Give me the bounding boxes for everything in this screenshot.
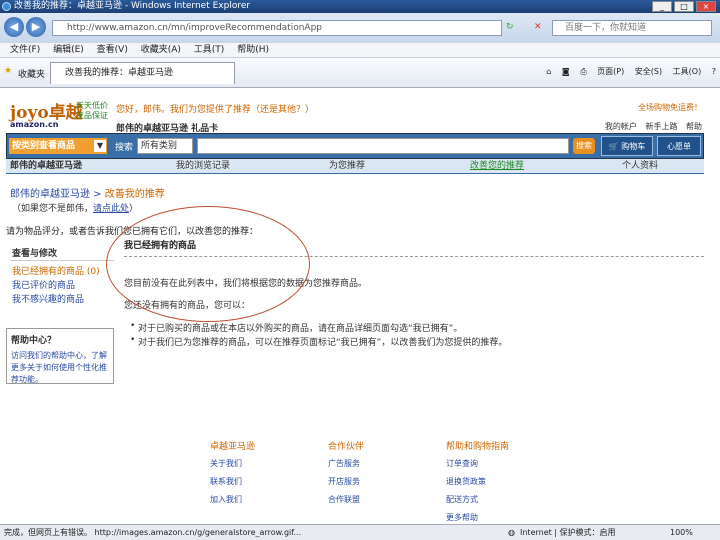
category-dropdown[interactable]: 按类别查看商品 ▼ xyxy=(9,138,107,154)
status-bar: 完成，但网页上有错误。 http://images.amazon.cn/g/ge… xyxy=(0,524,720,540)
tab-title: 改善我的推荐：卓越亚马逊 xyxy=(65,68,174,78)
not-user-hint: （如果您不是郎伟，请点此处） xyxy=(12,201,138,214)
status-text: 完成，但网页上有错误。 http://images.amazon.cn/g/ge… xyxy=(4,528,302,537)
menu-favorites[interactable]: 收藏夹(A) xyxy=(141,45,181,55)
search-button[interactable]: 搜索 xyxy=(573,138,595,154)
cart-button[interactable]: 🛒 购物车 xyxy=(601,136,653,156)
category-label: 按类别查看商品 xyxy=(12,141,76,151)
page-menu[interactable]: 页面(P) xyxy=(597,67,624,76)
window-title: 改善我的推荐：卓越亚马逊 - Windows Internet Explorer xyxy=(14,1,251,11)
switch-user-link[interactable]: 请点此处 xyxy=(93,204,129,214)
help-title: 帮助中心？ xyxy=(11,336,57,346)
footer-link[interactable]: 广告服务 xyxy=(328,458,360,469)
left-heading: 查看与修改 xyxy=(12,249,58,259)
help-link[interactable]: 帮助 xyxy=(686,122,702,131)
subnav-my-amazon[interactable]: 郎伟的卓越亚马逊 xyxy=(10,159,82,174)
favorites-button[interactable]: 收藏夹 xyxy=(18,67,45,80)
help-icon[interactable]: ? xyxy=(712,67,716,76)
footer-link[interactable]: 更多帮助 xyxy=(446,512,478,523)
footer-col2-title: 合作伙伴 xyxy=(328,442,365,452)
footer-link[interactable]: 加入我们 xyxy=(210,494,242,505)
cart-icon: 🛒 xyxy=(608,142,619,151)
hint-text: （如果您不是郎伟， xyxy=(12,204,94,214)
menu-help[interactable]: 帮助(H) xyxy=(237,45,269,55)
left-item-owned[interactable]: 我已经拥有的商品 (0) xyxy=(12,264,100,277)
footer-col3-title: 帮助和购物指南 xyxy=(446,442,510,452)
address-bar-row: ◀ ▶ http://www.amazon.cn/mn/improveRecom… xyxy=(0,13,720,43)
account-links: 我的帐户 新手上路 帮助 xyxy=(599,121,702,132)
menu-tools[interactable]: 工具(T) xyxy=(194,45,225,55)
window-titlebar: 改善我的推荐：卓越亚马逊 - Windows Internet Explorer… xyxy=(0,0,720,13)
greeting[interactable]: 您好，郎伟。我们为您提供了推荐（还是其他？） xyxy=(116,102,314,115)
footer-link[interactable]: 退换货政策 xyxy=(446,476,486,487)
my-account-link[interactable]: 我的帐户 xyxy=(605,122,637,131)
menu-view[interactable]: 查看(V) xyxy=(97,45,128,55)
back-icon[interactable]: ◀ xyxy=(4,17,24,37)
left-item-not-interested[interactable]: 我不感兴趣的商品 xyxy=(12,292,84,305)
slogan-line-2: 正品保证 xyxy=(76,111,108,120)
web-page: joyo卓越 amazon.cn 天天低价 正品保证 您好，郎伟。我们为您提供了… xyxy=(0,88,720,524)
slogan-line-1: 天天低价 xyxy=(76,101,108,110)
sub-navigation: 郎伟的卓越亚马逊 我的浏览记录 为您推荐 改善您的推荐 个人资料 xyxy=(6,159,704,174)
refresh-icon[interactable]: ↻ xyxy=(506,22,514,32)
subnav-improve[interactable]: 改善您的推荐 xyxy=(470,159,524,174)
command-bar: ⌂ ◙ ⎙ 页面(P) 安全(S) 工具(O) ? xyxy=(538,66,716,77)
bullet-1: 对于已购买的商品或在本店以外购买的商品，请在商品详细页面勾选“我已拥有”。 xyxy=(130,321,462,334)
site-logo[interactable]: joyo卓越 amazon.cn xyxy=(10,98,83,129)
forward-icon[interactable]: ▶ xyxy=(26,17,46,37)
subnav-recommended[interactable]: 为您推荐 xyxy=(329,159,365,174)
star-icon[interactable]: ★ xyxy=(4,66,12,76)
footer-link[interactable]: 订单查询 xyxy=(446,458,478,469)
url-input[interactable]: http://www.amazon.cn/mn/improveRecommend… xyxy=(52,20,502,36)
tab-current[interactable]: 改善我的推荐：卓越亚马逊 xyxy=(50,62,235,84)
footer-col1-title: 卓越亚马逊 xyxy=(210,442,256,452)
newbie-link[interactable]: 新手上路 xyxy=(645,122,677,131)
breadcrumb: 郎伟的卓越亚马逊 > 改善我的推荐 xyxy=(10,189,165,200)
site-search-input[interactable] xyxy=(197,138,569,154)
subnav-history[interactable]: 我的浏览记录 xyxy=(176,159,230,174)
browser-search-input[interactable]: 百度一下，你就知道 xyxy=(552,20,712,36)
maximize-button[interactable]: □ xyxy=(674,1,694,12)
search-category-select[interactable]: 所有类别 xyxy=(137,138,193,154)
chevron-down-icon: ▼ xyxy=(94,140,106,152)
safety-menu[interactable]: 安全(S) xyxy=(635,67,662,76)
minimize-button[interactable]: _ xyxy=(652,1,672,12)
footer-link[interactable]: 联系我们 xyxy=(210,476,242,487)
hint-end: ） xyxy=(129,204,139,214)
subnav-profile[interactable]: 个人资料 xyxy=(622,159,658,174)
menu-file[interactable]: 文件(F) xyxy=(10,45,40,55)
favorites-bar: ★ 收藏夹 改善我的推荐：卓越亚马逊 ⌂ ◙ ⎙ 页面(P) 安全(S) 工具(… xyxy=(0,58,720,88)
annotation-circle xyxy=(106,206,310,322)
free-shipping-banner[interactable]: 全场购物免运费！ xyxy=(638,102,702,113)
menu-edit[interactable]: 编辑(E) xyxy=(53,45,84,55)
menu-bar: 文件(F) 编辑(E) 查看(V) 收藏夹(A) 工具(T) 帮助(H) xyxy=(0,43,720,58)
home-icon[interactable]: ⌂ xyxy=(546,67,551,76)
cart-label: 购物车 xyxy=(621,142,646,151)
breadcrumb-current: 改善我的推荐 xyxy=(104,189,165,200)
footer-link[interactable]: 开店服务 xyxy=(328,476,360,487)
help-box: 帮助中心？ 访问我们的帮助中心，了解更多关于如何使用个性化推荐功能。 xyxy=(6,328,114,384)
help-text[interactable]: 访问我们的帮助中心，了解更多关于如何使用个性化推荐功能。 xyxy=(11,350,109,386)
footer-link[interactable]: 合作联盟 xyxy=(328,494,360,505)
breadcrumb-link[interactable]: 郎伟的卓越亚马逊 xyxy=(10,189,90,200)
search-label: 搜索 xyxy=(115,143,134,153)
footer-link[interactable]: 关于我们 xyxy=(210,458,242,469)
left-divider xyxy=(10,260,114,261)
rss-icon[interactable]: ◙ xyxy=(562,67,570,76)
bullet-2: 对于我们已为您推荐的商品，可以在推荐页面标记“我已拥有”，以改善我们为您提供的推… xyxy=(130,335,507,348)
zone-text[interactable]: Internet | 保护模式：启用 xyxy=(520,525,616,540)
zoom-level[interactable]: 100% xyxy=(670,525,693,540)
site-search-bar: 按类别查看商品 ▼ 搜索 所有类别 搜索 🛒 购物车 心愿单 xyxy=(6,133,704,159)
site-slogan: 天天低价 正品保证 xyxy=(76,101,108,121)
ie-icon xyxy=(2,2,11,11)
print-icon[interactable]: ⎙ xyxy=(580,67,586,76)
stop-icon[interactable]: ✕ xyxy=(534,22,542,32)
left-item-rated[interactable]: 我已评价的商品 xyxy=(12,278,75,291)
footer-link[interactable]: 配送方式 xyxy=(446,494,478,505)
tools-menu[interactable]: 工具(O) xyxy=(673,67,702,76)
close-button[interactable]: × xyxy=(696,1,716,12)
globe-icon: ◍ xyxy=(508,528,515,537)
wishlist-button[interactable]: 心愿单 xyxy=(657,136,701,156)
